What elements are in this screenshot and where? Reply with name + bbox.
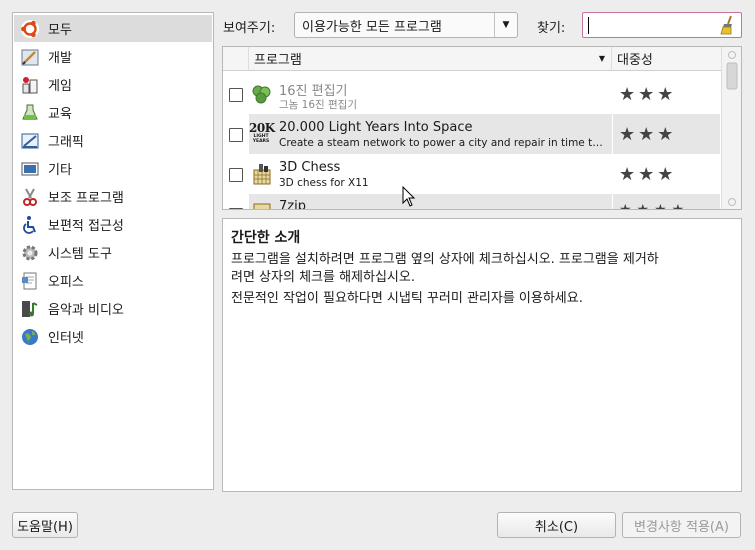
text-cursor — [588, 17, 589, 34]
category-system-tools[interactable]: 시스템 도구 — [14, 239, 212, 266]
20k-logo-icon: 20K LIGHT YEARS — [249, 122, 275, 146]
category-graphics[interactable]: 그래픽 — [14, 127, 212, 154]
hex-editor-icon — [250, 82, 274, 106]
description-line: 프로그램을 설치하려면 프로그램 옆의 상자에 체크하십시오. 프로그램을 제거… — [231, 252, 659, 267]
table-row[interactable]: 16진 편집기 그놈 16진 편집기 ★★★ — [223, 74, 721, 114]
category-label: 음악과 비디오 — [48, 303, 124, 318]
archive-icon — [250, 200, 274, 209]
category-list: 모두 개발 게임 교육 그래픽 기타 보조 프로그램 보편적 접근성 시스템 도… — [12, 12, 214, 490]
category-label: 보편적 접근성 — [48, 219, 124, 234]
category-music-video[interactable]: 음악과 비디오 — [14, 295, 212, 322]
category-all[interactable]: 모두 — [14, 15, 212, 42]
category-games[interactable]: 게임 — [14, 71, 212, 98]
popularity-rating: ★★★★ — [613, 194, 720, 210]
graphics-icon — [19, 130, 41, 152]
application-table: 프로그램 ▼ 대중성 16진 편집기 그놈 16진 편집기 ★★★ ★★★ 20… — [222, 46, 742, 210]
description-line: 전문적인 작업이 필요하다면 시냅틱 꾸러미 관리자를 이용하세요. — [231, 291, 583, 306]
program-name: 7zip — [279, 199, 306, 210]
category-internet[interactable]: 인터넷 — [14, 323, 212, 350]
program-name: 20.000 Light Years Into Space — [279, 120, 473, 135]
search-box[interactable] — [582, 12, 742, 38]
star-rating-icon: ★★★ — [619, 123, 677, 145]
show-filter-combo[interactable]: 이용가능한 모든 프로그램 ▼ — [294, 12, 518, 38]
clear-search-icon[interactable] — [719, 15, 737, 35]
category-label: 인터넷 — [48, 331, 84, 346]
program-description: 그놈 16진 편집기 — [279, 99, 357, 111]
category-label: 시스템 도구 — [48, 247, 112, 262]
install-checkbox[interactable] — [229, 128, 243, 142]
mouse-pointer-icon — [402, 186, 416, 207]
popularity-rating: ★★★ — [613, 74, 720, 114]
chevron-down-icon[interactable]: ▼ — [494, 13, 517, 37]
apply-changes-button[interactable]: 변경사항 적용(A) — [622, 512, 741, 538]
vertical-scrollbar[interactable] — [721, 47, 741, 209]
star-rating-icon: ★★★ — [619, 163, 677, 185]
column-header-program[interactable]: 프로그램 ▼ — [249, 47, 612, 71]
category-label: 개발 — [48, 51, 72, 66]
ubuntu-logo-icon — [19, 18, 41, 40]
table-row[interactable]: ★★★★ 7zip — [223, 194, 721, 210]
music-video-icon — [19, 298, 41, 320]
20k-logo-text: 20K — [249, 121, 275, 135]
category-label: 기타 — [48, 163, 72, 178]
games-icon — [19, 74, 41, 96]
system-tools-icon — [19, 242, 41, 264]
show-filter-value: 이용가능한 모든 프로그램 — [302, 19, 442, 35]
category-label: 교육 — [48, 107, 72, 122]
development-icon — [19, 46, 41, 68]
description-line: 려면 상자의 체크를 해제하십시오. — [231, 270, 415, 285]
category-accessibility[interactable]: 보편적 접근성 — [14, 211, 212, 238]
column-header-checkbox[interactable] — [223, 47, 249, 71]
category-label: 그래픽 — [48, 135, 84, 150]
accessibility-icon — [19, 214, 41, 236]
table-row[interactable]: 3D Chess 3D chess for X11 ★★★ — [223, 154, 721, 194]
install-checkbox[interactable] — [229, 208, 243, 209]
education-icon — [19, 102, 41, 124]
category-other[interactable]: 기타 — [14, 155, 212, 182]
popularity-rating: ★★★ — [613, 114, 720, 154]
program-description: 3D chess for X11 — [279, 177, 369, 189]
cancel-button[interactable]: 취소(C) — [497, 512, 616, 538]
program-description: Create a steam network to power a city a… — [279, 137, 609, 149]
search-input[interactable] — [587, 16, 711, 34]
chess-icon — [250, 162, 274, 186]
install-checkbox[interactable] — [229, 88, 243, 102]
help-button[interactable]: 도움말(H) — [12, 512, 78, 538]
category-label: 오피스 — [48, 275, 84, 290]
20k-logo-subtext: LIGHT YEARS — [252, 134, 270, 144]
show-label: 보여주기: — [223, 21, 276, 36]
table-row[interactable]: ★★★ 20K LIGHT YEARS 20.000 Light Years I… — [223, 114, 721, 154]
popularity-rating: ★★★ — [613, 154, 720, 194]
category-office[interactable]: 오피스 — [14, 267, 212, 294]
accessories-icon — [19, 186, 41, 208]
category-education[interactable]: 교육 — [14, 99, 212, 126]
description-pane: 간단한 소개 프로그램을 설치하려면 프로그램 옆의 상자에 체크하십시오. 프… — [222, 218, 742, 492]
install-checkbox[interactable] — [229, 168, 243, 182]
column-header-popularity[interactable]: 대중성 — [612, 47, 721, 71]
description-title: 간단한 소개 — [231, 230, 301, 246]
category-label: 게임 — [48, 79, 72, 94]
search-label: 찾기: — [537, 21, 566, 36]
internet-icon — [19, 326, 41, 348]
category-label: 모두 — [48, 23, 72, 38]
column-header-label: 대중성 — [617, 53, 653, 68]
star-rating-icon: ★★★ — [619, 83, 677, 105]
star-rating-icon: ★★★★ — [619, 202, 690, 210]
other-icon — [19, 158, 41, 180]
program-name: 3D Chess — [279, 160, 341, 175]
category-accessories[interactable]: 보조 프로그램 — [14, 183, 212, 210]
category-development[interactable]: 개발 — [14, 43, 212, 70]
sort-arrow-icon: ▼ — [598, 54, 605, 63]
category-label: 보조 프로그램 — [48, 191, 124, 206]
office-icon — [19, 270, 41, 292]
column-header-label: 프로그램 — [254, 53, 302, 68]
